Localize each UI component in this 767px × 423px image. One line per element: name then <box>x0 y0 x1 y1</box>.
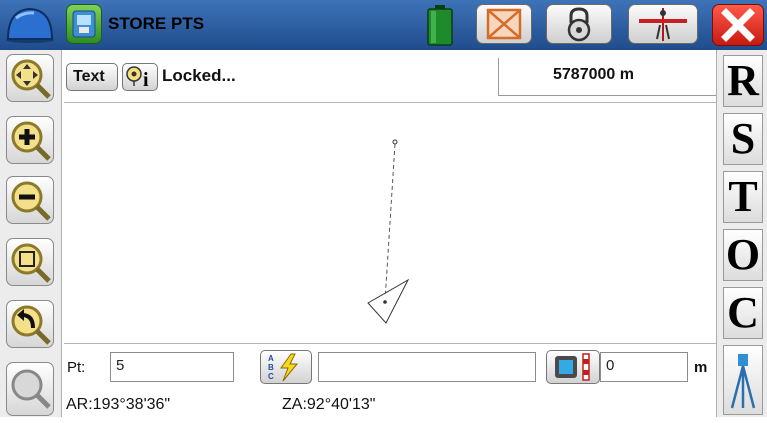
screen-title: STORE PTS <box>108 14 205 33</box>
backsight-point <box>392 139 398 145</box>
svg-text:B: B <box>268 363 274 372</box>
zoom-out-icon <box>11 181 51 221</box>
text-button[interactable]: Text <box>66 63 118 91</box>
lock-button[interactable] <box>546 4 612 44</box>
info-button[interactable]: i <box>122 63 158 91</box>
point-number-field[interactable]: 5 <box>110 352 234 382</box>
zoom-window-button[interactable] <box>6 238 54 286</box>
lock-icon <box>567 7 591 42</box>
rod-icon <box>639 8 687 41</box>
instrument-button[interactable] <box>723 345 763 415</box>
zoom-previous-icon <box>11 305 51 345</box>
rod-button[interactable] <box>628 4 698 44</box>
height-button[interactable] <box>546 350 600 384</box>
svg-text:A: A <box>268 354 274 363</box>
zoom-previous-button[interactable] <box>6 300 54 348</box>
zoom-extents-icon <box>11 369 51 409</box>
t-button[interactable]: T <box>723 171 763 223</box>
app-icon <box>72 10 96 38</box>
map-canvas[interactable] <box>64 102 716 344</box>
height-field[interactable]: 0 <box>600 352 688 382</box>
occupied-point <box>383 300 387 304</box>
r-button[interactable]: R <box>723 55 763 107</box>
info-icon: i <box>126 66 149 91</box>
description-field[interactable] <box>318 352 536 382</box>
scale-value: 5787000 m <box>553 66 634 83</box>
zenith-angle-readout: ZA:92°40'13" <box>282 396 376 413</box>
prism-height-icon <box>555 353 590 381</box>
text-button-label: Text <box>73 68 105 85</box>
zoom-in-icon <box>11 121 51 161</box>
abc-lightning-icon: A B C <box>268 353 299 382</box>
target-icon <box>486 8 522 40</box>
close-button[interactable] <box>712 4 764 46</box>
instrument-marker <box>367 278 410 324</box>
left-toolbar <box>0 50 62 417</box>
c-button[interactable]: C <box>723 287 763 339</box>
target-button[interactable] <box>476 4 532 44</box>
svg-text:C: C <box>268 372 274 381</box>
right-toolbar: R S T O C <box>716 50 767 417</box>
tripod-icon <box>730 354 756 409</box>
pan-icon <box>11 59 51 99</box>
title-bar: STORE PTS <box>0 0 767 50</box>
zoom-in-button[interactable] <box>6 116 54 164</box>
description-lookup-button[interactable]: A B C <box>260 350 312 384</box>
close-icon <box>721 8 755 42</box>
app-button[interactable] <box>66 4 102 44</box>
pan-button[interactable] <box>6 54 54 102</box>
angle-right-readout: AR:193°38'36" <box>66 396 171 413</box>
o-button[interactable]: O <box>723 229 763 281</box>
sight-line <box>384 143 396 302</box>
zoom-window-icon <box>11 243 51 283</box>
svg-text:i: i <box>143 69 149 90</box>
pt-label: Pt: <box>67 359 86 376</box>
height-unit: m <box>694 359 708 376</box>
scale-readout: 5787000 m <box>498 58 716 96</box>
battery-icon <box>424 4 456 46</box>
lock-status: Locked... <box>162 66 236 85</box>
zoom-extents-button[interactable] <box>6 362 54 416</box>
helmet-icon[interactable] <box>4 4 56 44</box>
zoom-out-button[interactable] <box>6 176 54 224</box>
s-button[interactable]: S <box>723 113 763 165</box>
